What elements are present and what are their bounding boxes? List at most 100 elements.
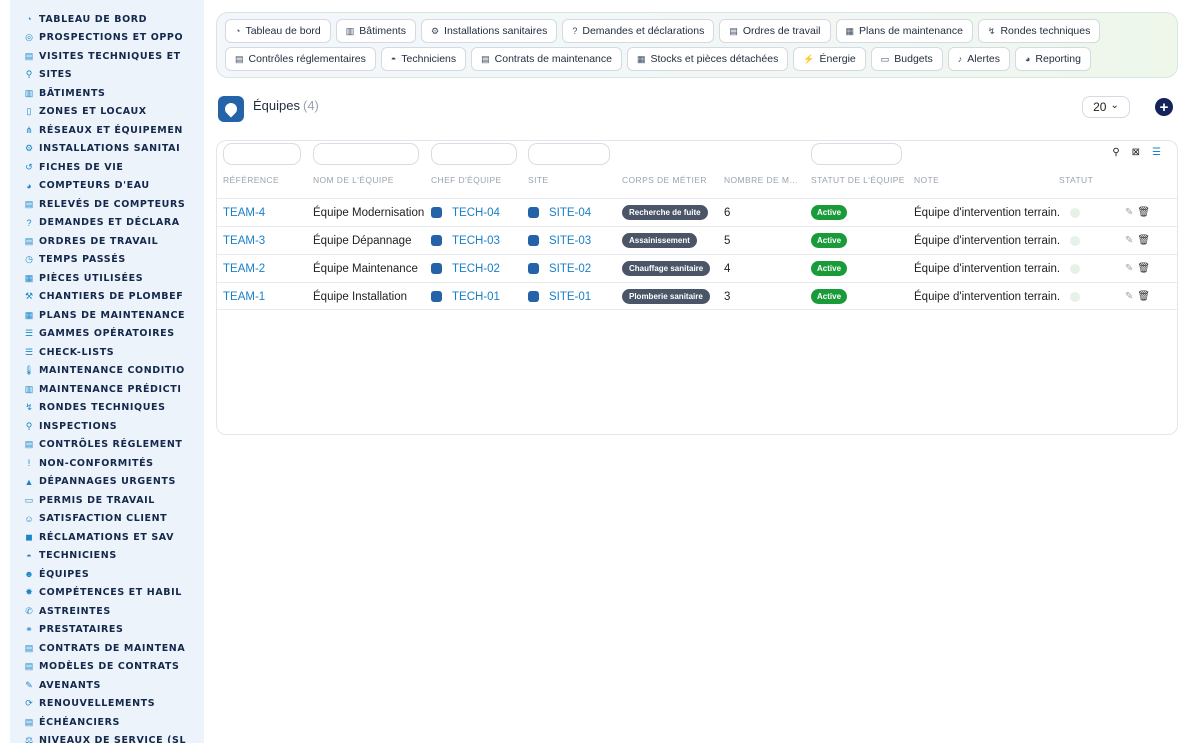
site-link[interactable]: SITE-03	[549, 235, 591, 247]
reference-link[interactable]: TEAM-1	[223, 291, 265, 303]
table-row[interactable]: TEAM-4 Équipe Modernisation TECH-04 SITE-04…	[217, 198, 1177, 226]
nav-chip-row1-1[interactable]: ▥ Bâtiments	[335, 19, 416, 43]
sidebar-item-21[interactable]: ↯ RONDES TECHNIQUES	[10, 399, 204, 418]
trash-icon[interactable]: 🗑	[1137, 235, 1150, 246]
sidebar-item-13[interactable]: ◷ TEMPS PASSÉS	[10, 251, 204, 270]
nav-chip-row2-7[interactable]: ◕ Reporting	[1014, 47, 1091, 71]
nav-chip-row2-2[interactable]: ▤ Contrats de maintenance	[471, 47, 622, 71]
sidebar-item-28[interactable]: ◼ RÉCLAMATIONS ET SAV	[10, 528, 204, 547]
sidebar-item-18[interactable]: ☰ CHECK-LISTS	[10, 343, 204, 362]
sidebar-item-26[interactable]: ▭ PERMIS DE TRAVAIL	[10, 491, 204, 510]
sidebar-item-30[interactable]: ☻ ÉQUIPES	[10, 565, 204, 584]
sidebar-item-37[interactable]: ⟳ RENOUVELLEMENTS	[10, 695, 204, 714]
edit-icon[interactable]: ✎	[1125, 235, 1133, 246]
trash-icon[interactable]: 🗑	[1137, 263, 1150, 274]
list-view-icon[interactable]: ☰	[1152, 147, 1161, 158]
sidebar-item-9[interactable]: ◕ COMPTEURS D'EAU	[10, 177, 204, 196]
column-header-note[interactable]: NOTE	[914, 175, 974, 185]
sidebar-item-33[interactable]: ⚭ PRESTATAIRES	[10, 621, 204, 640]
sidebar-item-20[interactable]: ▥ MAINTENANCE PRÉDICTI	[10, 380, 204, 399]
column-header-nombre[interactable]: NOMBRE DE M…	[724, 175, 798, 185]
column-header-name[interactable]: NOM DE L'ÉQUIPE	[313, 175, 423, 185]
filter-statut-input[interactable]	[811, 143, 902, 165]
column-header-site[interactable]: SITE	[528, 175, 614, 185]
sidebar-item-16[interactable]: ▦ PLANS DE MAINTENANCE	[10, 306, 204, 325]
chef-link[interactable]: TECH-01	[452, 291, 500, 303]
chef-link[interactable]: TECH-04	[452, 207, 500, 219]
filter-reference-input[interactable]	[223, 143, 301, 165]
sidebar-item-3[interactable]: ⚲ SITES	[10, 66, 204, 85]
site-link[interactable]: SITE-01	[549, 291, 591, 303]
sidebar-item-5[interactable]: ▯ ZONES ET LOCAUX	[10, 103, 204, 122]
column-header-reference[interactable]: RÉFÉRENCE	[223, 175, 305, 185]
nav-chip-row1-6[interactable]: ↯ Rondes techniques	[977, 19, 1101, 43]
sidebar-item-4[interactable]: ▥ BÂTIMENTS	[10, 84, 204, 103]
sidebar-item-39[interactable]: ⚖ NIVEAUX DE SERVICE (SL	[10, 732, 204, 743]
nav-chip-row2-1[interactable]: ◓ Techniciens	[380, 47, 467, 71]
reference-link[interactable]: TEAM-4	[223, 207, 265, 219]
table-row[interactable]: TEAM-3 Équipe Dépannage TECH-03 SITE-03 Assa…	[217, 226, 1177, 254]
table-row[interactable]: TEAM-1 Équipe Installation TECH-01 SITE-01 P…	[217, 282, 1177, 310]
sidebar-item-7[interactable]: ⚙ INSTALLATIONS SANITAI	[10, 140, 204, 159]
reference-link[interactable]: TEAM-2	[223, 263, 265, 275]
sidebar-item-19[interactable]: 🌡 MAINTENANCE CONDITIO	[10, 362, 204, 381]
sidebar-item-38[interactable]: ▤ ÉCHÉANCIERS	[10, 713, 204, 732]
trash-icon[interactable]: 🗑	[1137, 291, 1150, 302]
sidebar-item-34[interactable]: ▤ CONTRATS DE MAINTENA	[10, 639, 204, 658]
column-header-statut[interactable]: STATUT	[1059, 175, 1119, 185]
sidebar-item-2[interactable]: ▤ VISITES TECHNIQUES ET	[10, 47, 204, 66]
filter-name-input[interactable]	[313, 143, 419, 165]
nav-chip-row2-5[interactable]: ▭ Budgets	[870, 47, 943, 71]
chef-link[interactable]: TECH-03	[452, 235, 500, 247]
search-icon[interactable]: ⚲	[1112, 147, 1119, 158]
edit-icon[interactable]: ✎	[1125, 207, 1133, 218]
nav-chip-row1-2[interactable]: ⚙ Installations sanitaires	[420, 19, 558, 43]
sidebar-item-8[interactable]: ↺ FICHES DE VIE	[10, 158, 204, 177]
sidebar-item-31[interactable]: ✸ COMPÉTENCES ET HABIL	[10, 584, 204, 603]
sidebar-item-32[interactable]: ✆ ASTREINTES	[10, 602, 204, 621]
sidebar-item-24[interactable]: ! NON-CONFORMITÉS	[10, 454, 204, 473]
sidebar-item-12[interactable]: ▤ ORDRES DE TRAVAIL	[10, 232, 204, 251]
nav-chip-row1-3[interactable]: ? Demandes et déclarations	[562, 19, 715, 43]
column-header-chef[interactable]: CHEF D'ÉQUIPE	[431, 175, 523, 185]
sidebar-item-0[interactable]: ◔ TABLEAU DE BORD	[10, 10, 204, 29]
sidebar-item-10[interactable]: ▤ RELEVÉS DE COMPTEURS	[10, 195, 204, 214]
column-header-statut-equipe[interactable]: STATUT DE L'ÉQUIPE	[811, 175, 905, 185]
sidebar-item-25[interactable]: ▲ DÉPANNAGES URGENTS	[10, 473, 204, 492]
reference-link[interactable]: TEAM-3	[223, 235, 265, 247]
trash-icon[interactable]: 🗑	[1137, 207, 1150, 218]
filter-chef-input[interactable]	[431, 143, 517, 165]
add-button[interactable]: +	[1155, 98, 1173, 116]
site-link[interactable]: SITE-02	[549, 263, 591, 275]
sidebar-item-1[interactable]: ◎ PROSPECTIONS ET OPPO	[10, 29, 204, 48]
clear-filter-icon[interactable]: ⊠	[1132, 147, 1140, 158]
sidebar-item-11[interactable]: ? DEMANDES ET DÉCLARA	[10, 214, 204, 233]
nav-chip-row1-5[interactable]: ▦ Plans de maintenance	[835, 19, 973, 43]
edit-icon[interactable]: ✎	[1125, 291, 1133, 302]
nav-chip-row2-6[interactable]: ♪ Alertes	[947, 47, 1010, 71]
sidebar-item-17[interactable]: ☰ GAMMES OPÉRATOIRES	[10, 325, 204, 344]
edit-icon[interactable]: ✎	[1125, 263, 1133, 274]
table-row[interactable]: TEAM-2 Équipe Maintenance TECH-02 SITE-02 Ch…	[217, 254, 1177, 282]
nav-chip-row2-0[interactable]: ▤ Contrôles réglementaires	[225, 47, 376, 71]
sidebar-item-35[interactable]: ▤ MODÈLES DE CONTRATS	[10, 658, 204, 677]
site-link[interactable]: SITE-04	[549, 207, 591, 219]
chef-link[interactable]: TECH-02	[452, 263, 500, 275]
column-header-metier[interactable]: CORPS DE MÉTIER	[622, 175, 718, 185]
page-size-select[interactable]: 20 ⌄	[1082, 96, 1130, 118]
sidebar-item-23[interactable]: ▤ CONTRÔLES RÉGLEMENT	[10, 436, 204, 455]
nav-chip-row2-3[interactable]: ▦ Stocks et pièces détachées	[626, 47, 789, 71]
nav-chip-row2-4[interactable]: ⚡ Énergie	[793, 47, 866, 71]
hard-hat-icon: ◓	[390, 54, 397, 64]
sidebar-item-27[interactable]: ☺ SATISFACTION CLIENT	[10, 510, 204, 529]
nav-chip-row1-0[interactable]: ◔ Tableau de bord	[225, 19, 331, 43]
sidebar-item-6[interactable]: ⋔ RÉSEAUX ET ÉQUIPEMEN	[10, 121, 204, 140]
sidebar-item-22[interactable]: ⚲ INSPECTIONS	[10, 417, 204, 436]
sidebar-item-36[interactable]: ✎ AVENANTS	[10, 676, 204, 695]
filter-site-input[interactable]	[528, 143, 610, 165]
sidebar-item-14[interactable]: ▦ PIÈCES UTILISÉES	[10, 269, 204, 288]
nav-chip-row1-4[interactable]: ▤ Ordres de travail	[719, 19, 831, 43]
sidebar-item-29[interactable]: ◓ TECHNICIENS	[10, 547, 204, 566]
top-navigation: ◔ Tableau de bord ▥ Bâtiments ⚙ Installations…	[216, 12, 1178, 78]
sidebar-item-15[interactable]: ⚒ CHANTIERS DE PLOMBEF	[10, 288, 204, 307]
